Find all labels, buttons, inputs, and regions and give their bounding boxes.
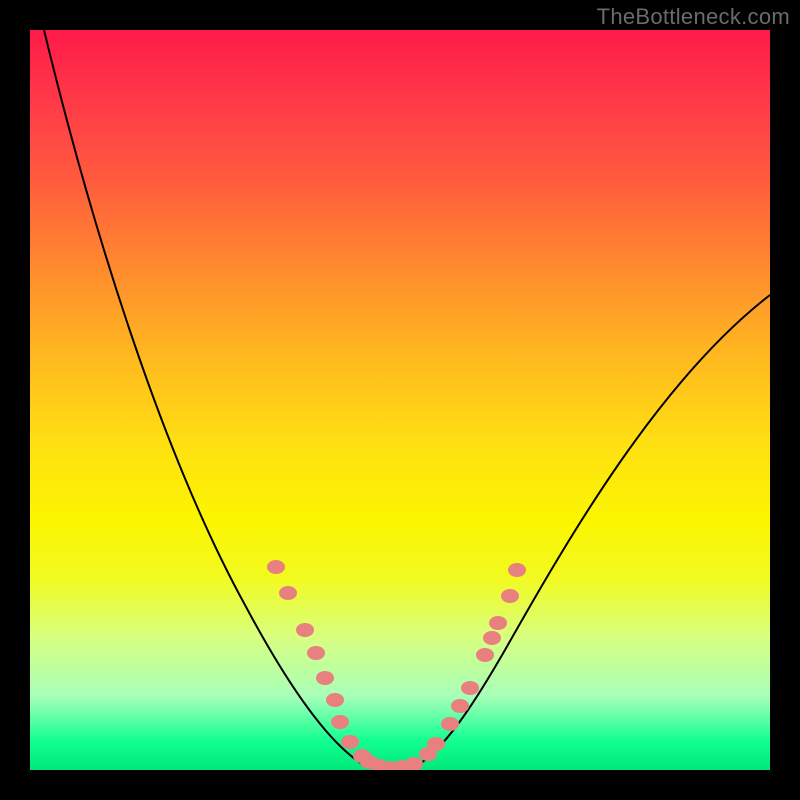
- data-point: [483, 631, 501, 645]
- plot-area: [30, 30, 770, 770]
- data-point: [441, 717, 459, 731]
- bottleneck-curve: [44, 30, 770, 770]
- data-point: [501, 589, 519, 603]
- data-point: [476, 648, 494, 662]
- chart-svg: [30, 30, 770, 770]
- chart-frame: TheBottleneck.com: [0, 0, 800, 800]
- data-point: [508, 563, 526, 577]
- data-point: [267, 560, 285, 574]
- data-point: [489, 616, 507, 630]
- data-point-group: [267, 560, 526, 770]
- data-point: [279, 586, 297, 600]
- data-point: [341, 735, 359, 749]
- data-point: [461, 681, 479, 695]
- data-point: [326, 693, 344, 707]
- data-point: [316, 671, 334, 685]
- data-point: [331, 715, 349, 729]
- data-point: [451, 699, 469, 713]
- watermark-text: TheBottleneck.com: [597, 4, 790, 30]
- data-point: [296, 623, 314, 637]
- data-point: [405, 757, 423, 770]
- data-point: [307, 646, 325, 660]
- data-point: [427, 737, 445, 751]
